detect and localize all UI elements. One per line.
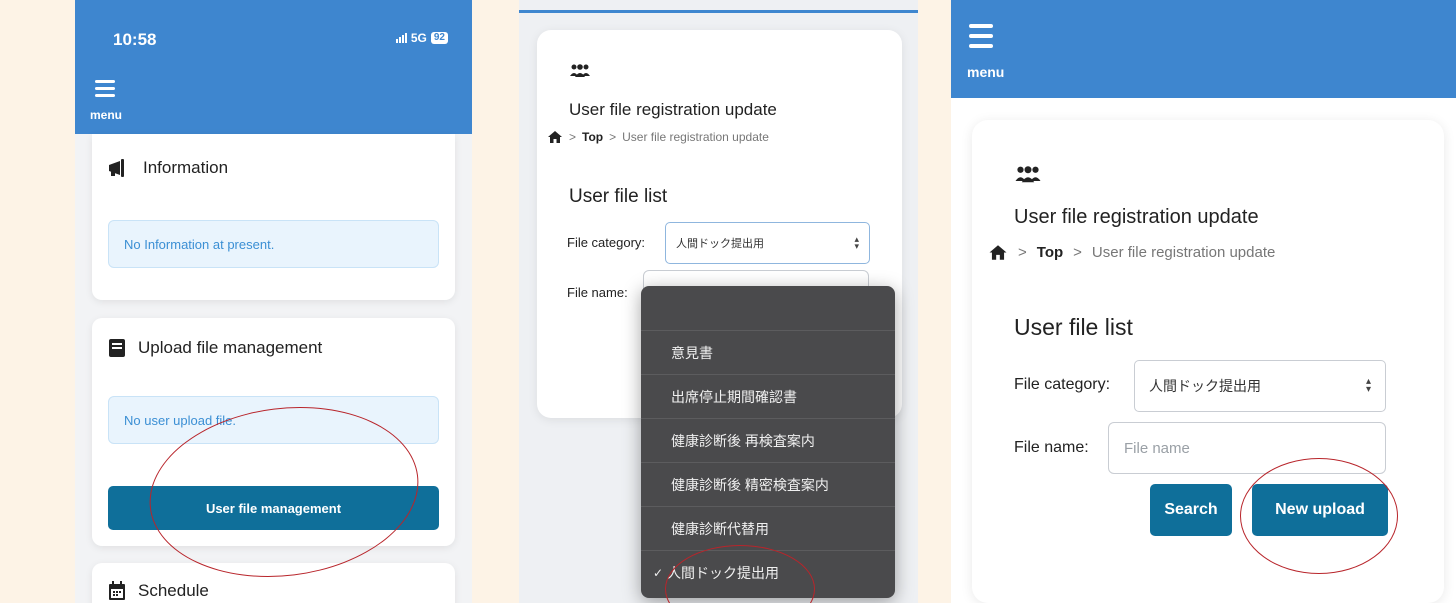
home-icon[interactable] [547, 130, 563, 144]
menu-label[interactable]: menu [90, 108, 122, 122]
file-category-label: File category: [1014, 376, 1111, 393]
file-category-select[interactable]: 人間ドック提出用 ▴ ▾ [665, 222, 870, 264]
menu-icon[interactable] [95, 80, 115, 97]
signal-icon [395, 33, 407, 43]
users-icon [570, 64, 590, 77]
dropdown-option[interactable]: 健康診断代替用 [641, 506, 895, 550]
dropdown-blank-row [641, 286, 895, 330]
file-category-value: 人間ドック提出用 [676, 238, 764, 250]
upload-empty-notice: No user upload file. [108, 396, 439, 444]
file-name-label: File name: [1014, 439, 1089, 456]
breadcrumb-separator: > [1073, 244, 1082, 261]
file-category-value: 人間ドック提出用 [1149, 378, 1261, 394]
breadcrumb-separator: > [609, 130, 617, 144]
breadcrumb-top-link[interactable]: Top [582, 130, 603, 144]
breadcrumb: > Top > User file registration update [547, 130, 769, 144]
breadcrumb: > Top > User file registration update [988, 244, 1275, 261]
information-title: Information [107, 158, 228, 178]
information-empty-notice: No Information at present. [108, 220, 439, 268]
search-button[interactable]: Search [1150, 484, 1232, 536]
megaphone-icon [109, 159, 124, 177]
schedule-card: Schedule [92, 563, 455, 603]
upload-management-title: Upload file management [108, 338, 322, 358]
dropdown-option[interactable]: 健康診断後 再検査案内 [641, 418, 895, 462]
file-name-label: File name: [567, 285, 628, 300]
file-list-title: User file list [1014, 314, 1133, 340]
app-header: menu [951, 0, 1456, 98]
users-icon [1015, 166, 1041, 183]
select-arrows-icon: ▴ ▾ [1365, 376, 1371, 395]
category-dropdown-screen: User file registration update > Top > Us… [519, 0, 918, 603]
dropdown-option[interactable]: 意見書 [641, 330, 895, 374]
menu-icon[interactable] [969, 24, 993, 48]
status-time: 10:58 [113, 30, 157, 49]
breadcrumb-current: User file registration update [1091, 244, 1276, 261]
upload-management-card: Upload file management No user upload fi… [92, 318, 455, 546]
checkmark-icon: ✓ [653, 565, 664, 580]
file-name-input[interactable]: File name [1108, 422, 1386, 474]
page-title: User file registration update [1014, 206, 1259, 228]
breadcrumb-current: User file registration update [622, 130, 769, 144]
header-edge [519, 10, 918, 13]
file-name-placeholder: File name [1124, 439, 1190, 457]
dropdown-option[interactable]: 出席停止期間確認書 [641, 374, 895, 418]
breadcrumb-top-link[interactable]: Top [1037, 244, 1063, 261]
file-category-select[interactable]: 人間ドック提出用 ▴ ▾ [1134, 360, 1386, 412]
select-arrows-icon: ▴ ▾ [854, 234, 859, 251]
category-dropdown-menu: 意見書 出席停止期間確認書 健康診断後 再検査案内 健康診断後 精密検査案内 健… [641, 286, 895, 598]
network-label: 5G [410, 31, 427, 45]
breadcrumb-separator: > [569, 130, 577, 144]
user-file-management-button[interactable]: User file management [108, 486, 439, 530]
app-header: 10:58 5G 92 menu [75, 0, 472, 134]
dropdown-option[interactable]: 健康診断後 精密検査案内 [641, 462, 895, 506]
home-icon[interactable] [988, 244, 1008, 261]
file-list-card: User file registration update > Top > Us… [972, 120, 1444, 603]
book-icon [109, 339, 125, 357]
menu-label[interactable]: menu [967, 64, 1004, 80]
file-list-title: User file list [569, 186, 668, 207]
file-list-screen: menu User file registration update > Top… [951, 0, 1456, 603]
new-upload-button[interactable]: New upload [1252, 484, 1388, 536]
page-title: User file registration update [569, 100, 777, 119]
battery-icon: 92 [430, 32, 448, 44]
dropdown-option-selected[interactable]: ✓ 人間ドック提出用 [641, 550, 895, 594]
breadcrumb-separator: > [1018, 244, 1027, 261]
dashboard-screen: 10:58 5G 92 menu Information No Informat… [75, 0, 472, 603]
calendar-icon [109, 581, 125, 600]
information-card: Information No Information at present. [92, 134, 455, 300]
file-category-label: File category: [567, 235, 646, 250]
status-indicators: 5G 92 [395, 31, 448, 45]
schedule-title: Schedule [108, 581, 209, 601]
